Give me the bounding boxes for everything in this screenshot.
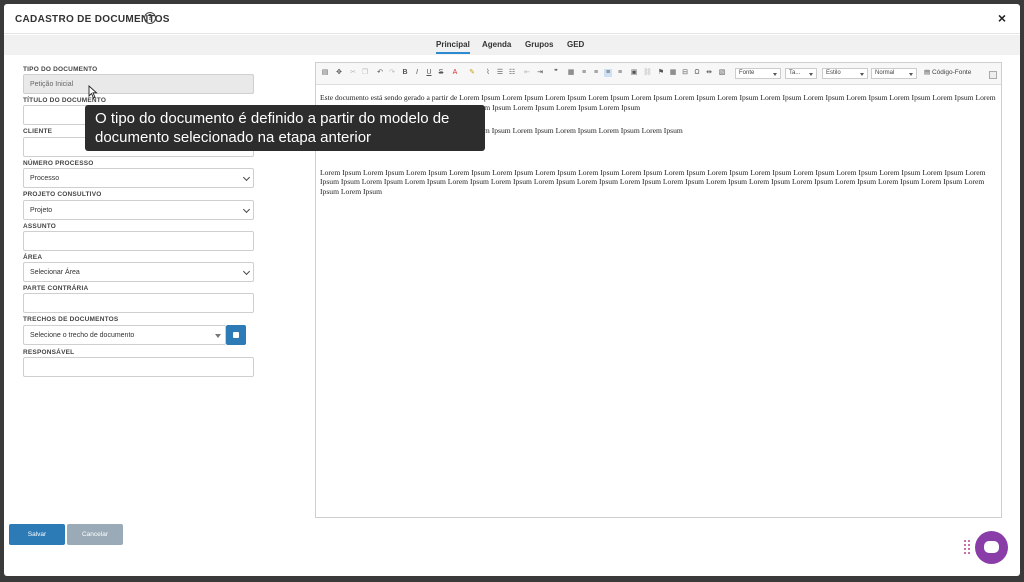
numero-processo-select[interactable]: Processo [23,168,254,188]
size-select[interactable]: Ta... [785,68,817,79]
responsavel-label: RESPONSÁVEL [23,349,75,356]
parte-contraria-input[interactable] [23,293,254,313]
area-value: Selecionar Área [30,269,80,276]
modal-header: CADASTRO DE DOCUMENTOS ? × [4,4,1020,34]
align-left-icon[interactable]: ≡ [580,69,588,77]
tipo-documento-value: Petição Inicial [30,81,74,88]
chat-launcher-button[interactable] [975,531,1008,564]
paste-icon[interactable]: ▣ [630,69,638,77]
tooltip-text: O tipo do documento é definido a partir … [95,110,450,146]
numero-processo-label: NÚMERO PROCESSO [23,160,94,167]
table-icon[interactable]: ▦ [669,69,677,77]
tipo-documento-field: Petição Inicial [23,74,254,94]
highlight-color-icon[interactable]: ✎ [468,69,476,77]
brush-icon[interactable]: ⌇ [484,69,492,77]
trechos-documentos-select[interactable]: Selecione o trecho de documento [23,325,226,345]
outdent-icon[interactable]: ⇤ [523,69,531,77]
special-char-icon[interactable]: Ω [693,69,701,77]
print-icon[interactable]: ▤ [321,69,329,77]
blockquote-icon[interactable]: ❞ [552,69,560,77]
format-select-label: Normal [875,70,895,76]
add-trecho-button[interactable] [226,325,246,345]
cancel-button[interactable]: Cancelar [67,524,123,545]
copy-icon[interactable]: ❐ [361,69,369,77]
dropdown-arrow-icon [773,73,777,76]
projeto-consultivo-value: Projeto [30,207,53,214]
dropdown-arrow-icon [809,73,813,76]
indent-icon[interactable]: ⇥ [536,69,544,77]
align-center-icon[interactable]: ≡ [592,69,600,77]
format-select[interactable]: Normal [871,68,917,79]
redo-icon[interactable]: ↷ [388,69,396,77]
tab-principal[interactable]: Principal [436,40,470,54]
info-tooltip: O tipo do documento é definido a partir … [85,105,485,151]
page-break-icon[interactable]: ⇹ [705,69,713,77]
size-select-label: Ta... [789,70,801,76]
tab-ged[interactable]: GED [567,40,584,49]
template-icon[interactable]: ▧ [718,69,726,77]
source-code-label: Código-Fonte [931,69,972,76]
plus-icon [233,332,239,338]
parte-contraria-label: PARTE CONTRÁRIA [23,285,89,292]
mouse-pointer-icon [88,85,98,99]
align-justify-icon[interactable]: ≡ [616,69,624,77]
chevron-down-icon [242,267,251,276]
assunto-input[interactable] [23,231,254,251]
tipo-documento-label: TIPO DO DOCUMENTO [23,66,98,73]
style-select[interactable]: Estilo [822,68,868,79]
chevron-down-icon [242,205,251,214]
help-icon[interactable]: ? [144,12,156,24]
drag-handle-icon[interactable] [964,540,972,556]
tab-agenda[interactable]: Agenda [482,40,511,49]
document-modal: CADASTRO DE DOCUMENTOS ? × Principal Age… [4,4,1020,576]
save-button[interactable]: Salvar [9,524,65,545]
style-select-label: Estilo [826,70,841,76]
area-select[interactable]: Selecionar Área [23,262,254,282]
chat-bubble-icon [984,541,999,553]
responsavel-input[interactable] [23,357,254,377]
cliente-label: CLIENTE [23,128,53,135]
bullet-list-icon[interactable]: ☷ [508,69,516,77]
projeto-consultivo-select[interactable]: Projeto [23,200,254,220]
text-color-icon[interactable]: A [451,69,459,77]
source-code-icon: ▤ [924,69,931,76]
close-icon[interactable]: × [998,10,1006,26]
numbered-list-icon[interactable]: ☰ [496,69,504,77]
dropdown-arrow-icon [860,73,864,76]
caret-down-icon [215,334,221,338]
horizontal-line-icon[interactable]: ⊟ [681,69,689,77]
chevron-down-icon [242,173,251,182]
font-select-label: Fonte [739,70,755,76]
strikethrough-icon[interactable]: S [437,69,445,77]
editor-toolbar: ▤ ✥ ✂ ❐ ↶ ↷ B I U S A ✎ ⌇ ☰ ☷ ⇤ ⇥ ❞ ▦ ≡ … [316,63,1001,85]
projeto-consultivo-label: PROJETO CONSULTIVO [23,191,102,198]
cut-icon[interactable]: ✂ [349,69,357,77]
font-select[interactable]: Fonte [735,68,781,79]
anchor-icon[interactable]: ⚑ [657,69,665,77]
dropdown-arrow-icon [909,73,913,76]
unlink-icon[interactable]: ⛓ [643,69,652,77]
div-icon[interactable]: ▦ [567,69,575,77]
undo-icon[interactable]: ↶ [376,69,384,77]
area-label: ÁREA [23,254,43,261]
underline-icon[interactable]: U [425,69,433,77]
collapse-toolbar-icon[interactable] [989,71,997,79]
align-right-icon[interactable]: ≡ [604,69,612,77]
trechos-documentos-value: Selecione o trecho de documento [30,332,135,339]
assunto-label: ASSUNTO [23,223,57,230]
source-code-button[interactable]: ▤ Código-Fonte [924,68,971,76]
tab-grupos[interactable]: Grupos [525,40,553,49]
editor-paragraph: Lorem Ipsum Lorem Ipsum Lorem Ipsum Lore… [320,167,986,196]
maximize-icon[interactable]: ✥ [335,69,343,77]
numero-processo-value: Processo [30,175,60,182]
italic-icon[interactable]: I [413,69,421,77]
tab-bar: Principal Agenda Grupos GED [4,35,1020,55]
bold-icon[interactable]: B [401,69,409,77]
trechos-documentos-label: TRECHOS DE DOCUMENTOS [23,316,119,323]
